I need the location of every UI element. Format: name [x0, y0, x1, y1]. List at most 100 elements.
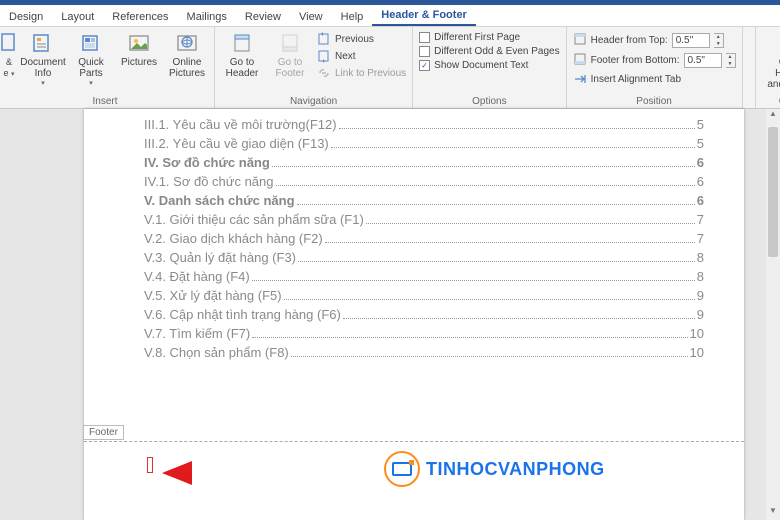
toc-page-number: 7: [697, 212, 704, 227]
toc-page-number: 6: [697, 155, 704, 170]
pictures-icon: [127, 31, 151, 55]
vertical-scrollbar[interactable]: ▲ ▼: [766, 109, 780, 520]
scrollbar-thumb[interactable]: [768, 127, 778, 257]
toc-page-number: 7: [697, 231, 704, 246]
toc-row: III.2. Yêu cầu về giao diện (F13) 5: [144, 136, 704, 151]
header-top-stepper[interactable]: ▲▼: [714, 33, 724, 48]
previous-label: Previous: [335, 34, 374, 45]
toc-title: V.4. Đặt hàng (F4): [144, 269, 250, 284]
pictures-label: Pictures: [121, 57, 157, 68]
different-first-page-checkbox[interactable]: Different First Page: [419, 32, 559, 43]
checkbox-icon: [419, 46, 430, 57]
toc-row: V. Danh sách chức năng 6: [144, 193, 704, 208]
different-odd-even-label: Different Odd & Even Pages: [434, 46, 559, 57]
document-canvas: III.1. Yêu cầu về môi trường(F12) 5 III.2…: [0, 109, 780, 520]
options-group-label: Options: [419, 95, 559, 107]
document-info-icon: [31, 31, 55, 55]
scroll-down-button[interactable]: ▼: [766, 506, 780, 520]
toc-title: V.1. Giới thiệu các sản phẩm sữa (F1): [144, 212, 364, 227]
tab-references[interactable]: References: [103, 8, 177, 26]
toc-title: V.6. Cập nhật tình trạng hàng (F6): [144, 307, 341, 322]
tab-design[interactable]: Design: [0, 8, 52, 26]
tab-help[interactable]: Help: [332, 8, 373, 26]
header-from-top-input[interactable]: 0.5": [672, 33, 710, 48]
link-icon: [317, 66, 331, 80]
alignment-tab-icon: [573, 72, 587, 86]
toc-row: V.3. Quản lý đặt hàng (F3) 8: [144, 250, 704, 265]
table-of-contents: III.1. Yêu cầu về môi trường(F12) 5 III.2…: [84, 109, 744, 368]
show-document-text-label: Show Document Text: [434, 60, 528, 71]
toc-leader-dots: [297, 204, 695, 205]
toc-row: V.5. Xử lý đặt hàng (F5) 9: [144, 288, 704, 303]
online-pictures-button[interactable]: OnlinePictures: [166, 29, 208, 79]
watermark-logo-icon: [384, 451, 420, 487]
partial-icon: [0, 31, 21, 55]
toc-title: IV.1. Sơ đồ chức năng: [144, 174, 274, 189]
insert-alignment-tab-button[interactable]: Insert Alignment Tab: [573, 72, 736, 86]
goto-header-label: Go toHeader: [226, 57, 259, 79]
tab-review[interactable]: Review: [236, 8, 290, 26]
toc-title: V.7. Tìm kiếm (F7): [144, 326, 250, 341]
goto-footer-button: Go toFooter: [269, 29, 311, 79]
tab-mailings[interactable]: Mailings: [178, 8, 236, 26]
next-button[interactable]: Next: [317, 49, 406, 63]
document-page[interactable]: III.1. Yêu cầu về môi trường(F12) 5 III.2…: [84, 109, 744, 520]
watermark: TINHOCVANPHONG: [384, 451, 605, 487]
toc-leader-dots: [325, 242, 695, 243]
toc-title: V.5. Xử lý đặt hàng (F5): [144, 288, 282, 303]
pictures-button[interactable]: Pictures: [118, 29, 160, 68]
tab-view[interactable]: View: [290, 8, 332, 26]
tab-layout[interactable]: Layout: [52, 8, 103, 26]
toc-leader-dots: [298, 261, 695, 262]
toc-leader-dots: [343, 318, 695, 319]
partial-button[interactable]: &e ▾: [2, 29, 16, 80]
toc-row: V.1. Giới thiệu các sản phẩm sữa (F1) 7: [144, 212, 704, 227]
close-header-footer-label: Close Headerand Footer: [762, 57, 780, 90]
footer-from-bottom-input[interactable]: 0.5": [684, 53, 722, 68]
toc-leader-dots: [331, 147, 695, 148]
toc-row: V.8. Chọn sản phẩm (F8) 10: [144, 345, 704, 360]
scroll-up-button[interactable]: ▲: [766, 109, 780, 123]
tab-header-footer[interactable]: Header & Footer: [372, 6, 476, 26]
close-header-footer-button[interactable]: Close Headerand Footer: [762, 29, 780, 90]
toc-row: III.1. Yêu cầu về môi trường(F12) 5: [144, 117, 704, 132]
watermark-text: TINHOCVANPHONG: [426, 459, 605, 480]
toc-row: V.6. Cập nhật tình trạng hàng (F6) 9: [144, 307, 704, 322]
link-to-previous-button: Link to Previous: [317, 66, 406, 80]
previous-icon: [317, 32, 331, 46]
online-pictures-icon: [175, 31, 199, 55]
toc-page-number: 9: [697, 288, 704, 303]
insert-group-label: Insert: [2, 95, 208, 107]
footer-from-bottom-label: Footer from Bottom:: [591, 55, 680, 66]
close-group-label: Close: [762, 95, 780, 107]
toc-title: V.8. Chọn sản phẩm (F8): [144, 345, 289, 360]
toc-page-number: 10: [690, 326, 704, 341]
toc-page-number: 6: [697, 174, 704, 189]
toc-row: V.2. Giao dịch khách hàng (F2) 7: [144, 231, 704, 246]
toc-title: V. Danh sách chức năng: [144, 193, 295, 208]
document-info-button[interactable]: DocumentInfo ▾: [22, 29, 64, 87]
annotation-arrow-icon: [162, 453, 362, 493]
link-to-previous-label: Link to Previous: [335, 68, 406, 79]
next-label: Next: [335, 51, 356, 62]
footer-bottom-stepper[interactable]: ▲▼: [726, 53, 736, 68]
different-odd-even-checkbox[interactable]: Different Odd & Even Pages: [419, 46, 559, 57]
next-icon: [317, 49, 331, 63]
goto-header-icon: [230, 31, 254, 55]
footer-tag: Footer: [83, 425, 124, 440]
toc-row: IV.1. Sơ đồ chức năng 6: [144, 174, 704, 189]
text-cursor: [147, 457, 153, 473]
goto-header-button[interactable]: Go toHeader: [221, 29, 263, 79]
ribbon-tabs: Design Layout References Mailings Review…: [0, 5, 780, 27]
toc-leader-dots: [339, 128, 695, 129]
position-group-label: Position: [573, 95, 736, 107]
show-document-text-checkbox[interactable]: ✓ Show Document Text: [419, 60, 559, 71]
quick-parts-label: QuickParts: [78, 57, 104, 79]
toc-leader-dots: [252, 280, 695, 281]
toc-page-number: 5: [697, 117, 704, 132]
footer-separator: [84, 441, 744, 442]
toc-row: IV. Sơ đồ chức năng 6: [144, 155, 704, 170]
quick-parts-button[interactable]: QuickParts ▾: [70, 29, 112, 87]
toc-leader-dots: [291, 356, 688, 357]
previous-button[interactable]: Previous: [317, 32, 406, 46]
